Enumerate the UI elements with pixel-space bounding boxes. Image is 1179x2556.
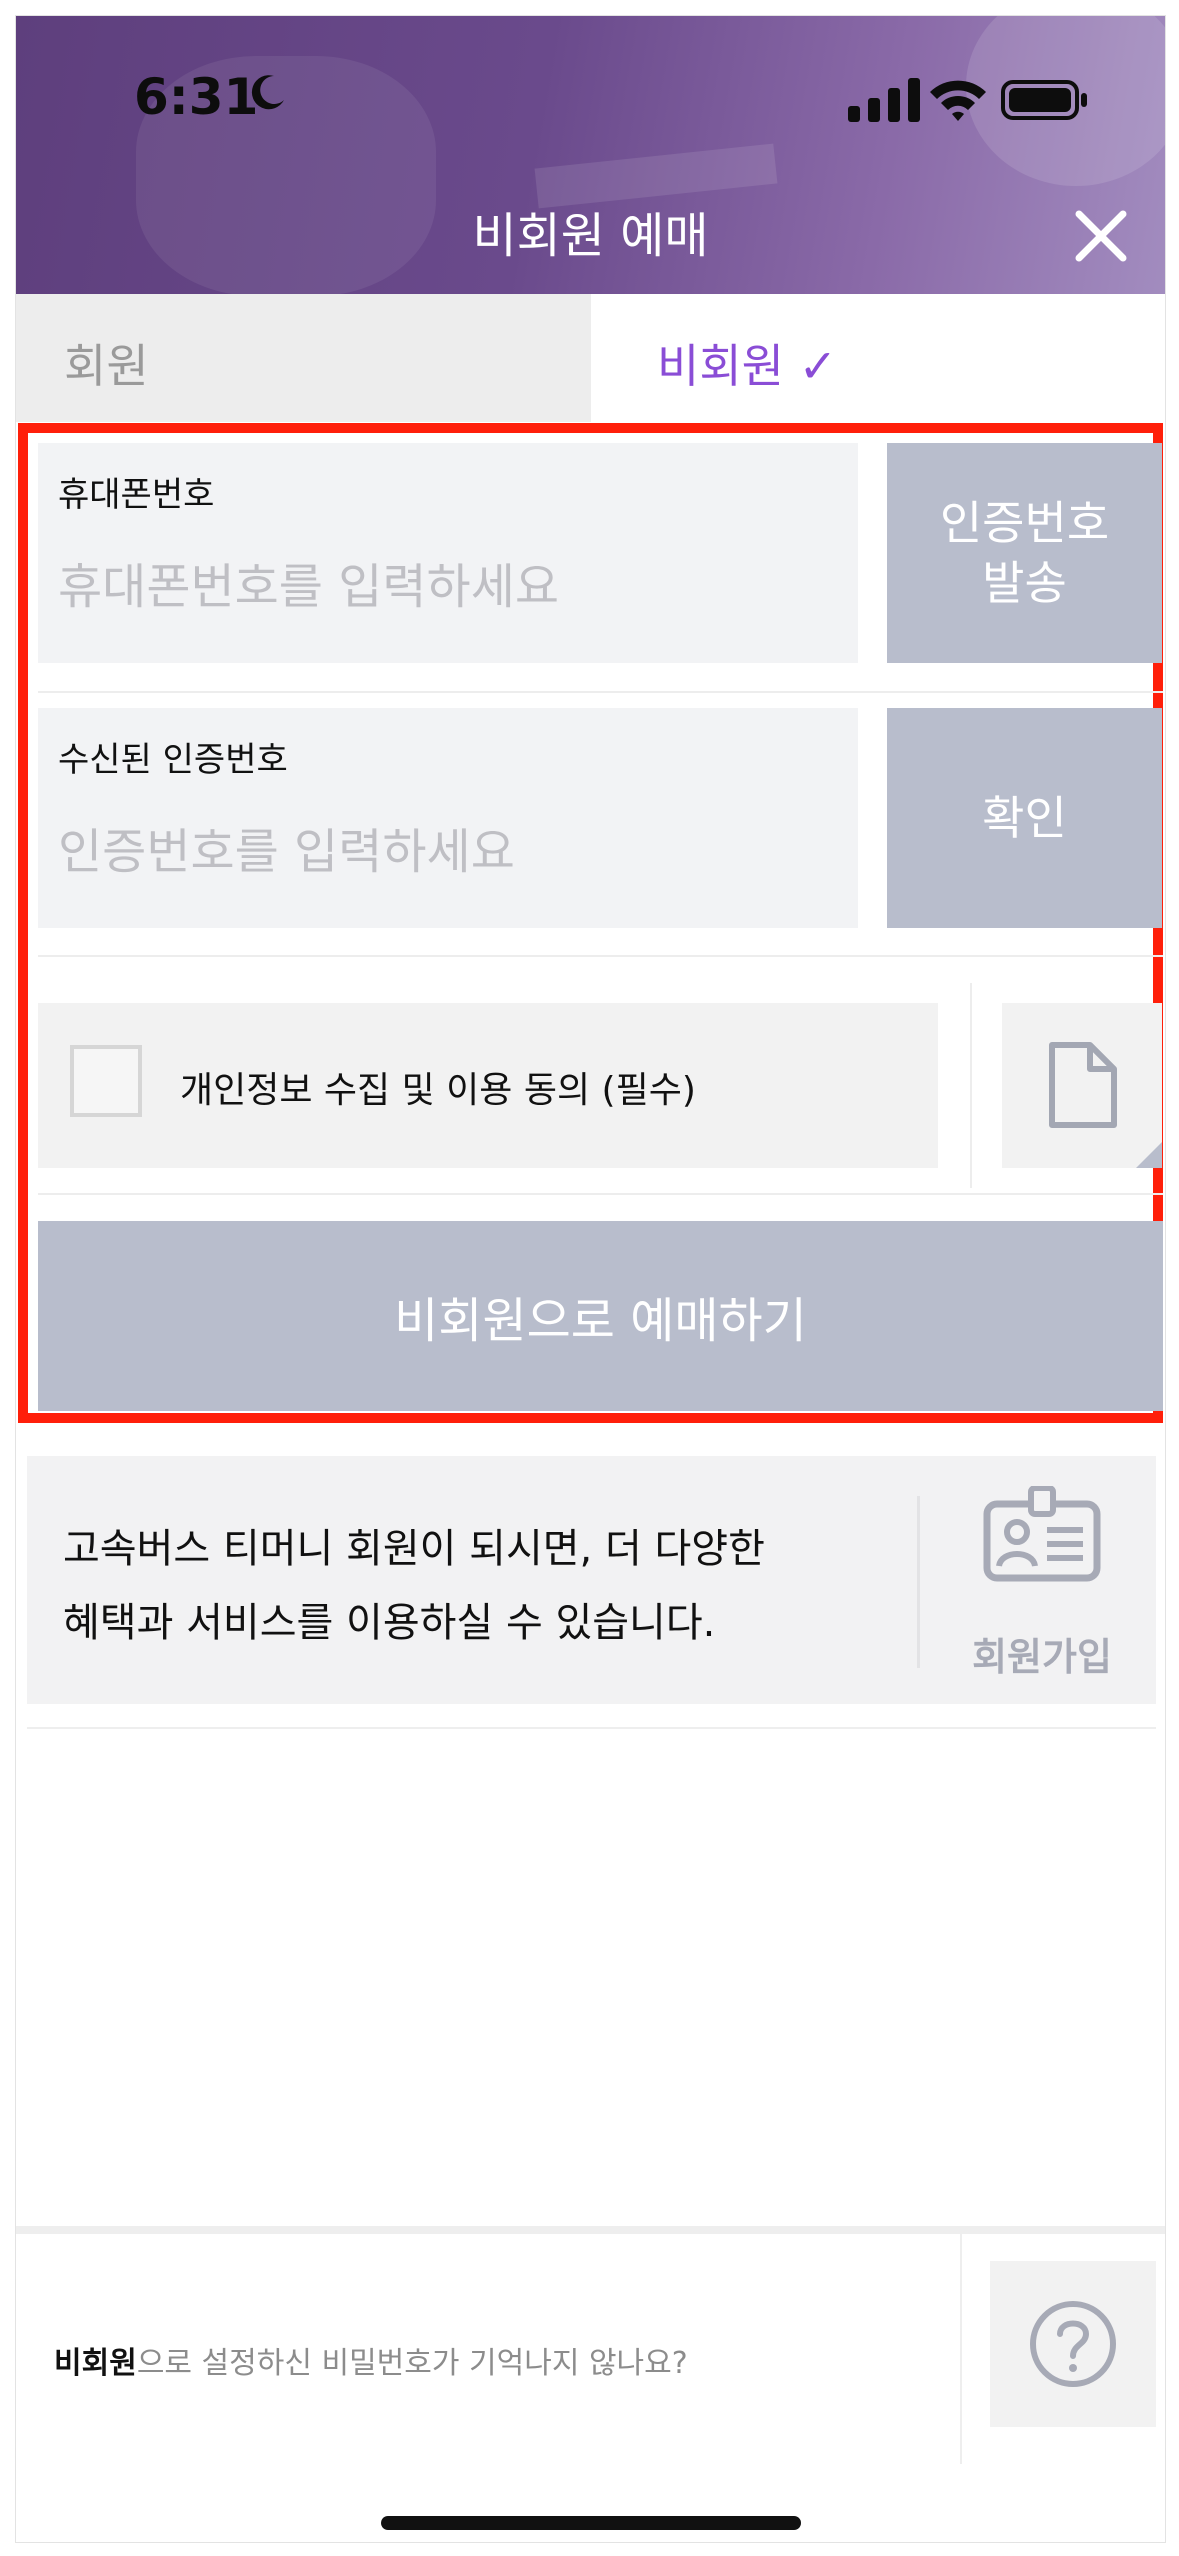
view-terms-button[interactable] [1002, 1003, 1162, 1168]
forgot-password-bold: 비회원 [54, 2346, 137, 2381]
forgot-password-link[interactable]: 비회원으로 설정하신 비밀번호가 기억나지 않나요? [54, 2338, 688, 2382]
page-title: 비회원 예매 [472, 208, 709, 264]
tab-member-label: 회원 [64, 339, 149, 393]
corner-marker [1136, 1142, 1162, 1168]
guest-booking-submit-button[interactable]: 비회원으로 예매하기 [38, 1221, 1163, 1411]
divider [970, 983, 972, 1188]
consent-checkbox[interactable] [70, 1045, 142, 1117]
close-icon[interactable] [1071, 206, 1131, 266]
signal-icon [848, 78, 920, 122]
home-indicator [381, 2516, 801, 2530]
divider [960, 2234, 962, 2464]
wifi-icon [930, 80, 986, 121]
phone-field[interactable]: 휴대폰번호 휴대폰번호를 입력하세요 [38, 443, 858, 663]
app-frame: 6:31 비회원 예매 회원 비회원 ✓ 휴대폰번호 휴대폰번호를 입력하세요 … [15, 15, 1166, 2543]
battery-icon [1001, 80, 1087, 120]
divider [27, 1727, 1156, 1729]
divider [38, 1193, 1163, 1195]
phone-label: 휴대폰번호 [58, 475, 215, 515]
signup-message-line1: 고속버스 티머니 회원이 되시면, 더 다양한 [63, 1526, 765, 1572]
confirm-code-button[interactable]: 확인 [887, 708, 1162, 928]
tab-bar: 회원 비회원 ✓ [16, 294, 1165, 422]
code-field[interactable]: 수신된 인증번호 인증번호를 입력하세요 [38, 708, 858, 928]
tab-guest-label: 비회원 ✓ [657, 339, 838, 393]
code-label: 수신된 인증번호 [58, 740, 288, 780]
signup-banner: 고속버스 티머니 회원이 되시면, 더 다양한 혜택과 서비스를 이용하실 수 … [27, 1456, 1156, 1704]
document-icon [1049, 1042, 1117, 1128]
tab-member[interactable]: 회원 [16, 294, 591, 422]
guest-booking-form: 휴대폰번호 휴대폰번호를 입력하세요 인증번호 발송 수신된 인증번호 인증번호… [18, 423, 1163, 1423]
send-code-button-line1: 인증번호 [939, 496, 1110, 550]
consent-label: 개인정보 수집 및 이용 동의 (필수) [180, 1070, 696, 1111]
signup-message: 고속버스 티머니 회원이 되시면, 더 다양한 혜택과 서비스를 이용하실 수 … [63, 1512, 863, 1660]
signup-button-label: 회원가입 [972, 1635, 1112, 1679]
phone-input[interactable]: 휴대폰번호를 입력하세요 [58, 547, 559, 617]
forgot-password-text: 으로 설정하신 비밀번호가 기억나지 않나요? [136, 2346, 688, 2381]
send-code-button[interactable]: 인증번호 발송 [887, 443, 1162, 663]
divider [16, 2226, 1165, 2234]
id-card-icon [983, 1486, 1101, 1582]
send-code-button-line2: 발송 [982, 556, 1067, 610]
divider [38, 691, 1163, 693]
status-time: 6:31 [134, 68, 259, 126]
tab-guest[interactable]: 비회원 ✓ [591, 294, 1165, 422]
divider [38, 955, 1163, 957]
consent-row[interactable]: 개인정보 수집 및 이용 동의 (필수) [38, 1003, 938, 1168]
help-button[interactable] [990, 2261, 1156, 2427]
question-icon [1030, 2301, 1116, 2387]
moon-icon [251, 75, 284, 110]
header: 6:31 비회원 예매 [16, 16, 1165, 294]
code-input[interactable]: 인증번호를 입력하세요 [58, 812, 515, 882]
signup-button[interactable]: 회원가입 [947, 1486, 1137, 1679]
divider [917, 1496, 920, 1668]
signup-message-line2: 혜택과 서비스를 이용하실 수 있습니다. [63, 1600, 716, 1646]
